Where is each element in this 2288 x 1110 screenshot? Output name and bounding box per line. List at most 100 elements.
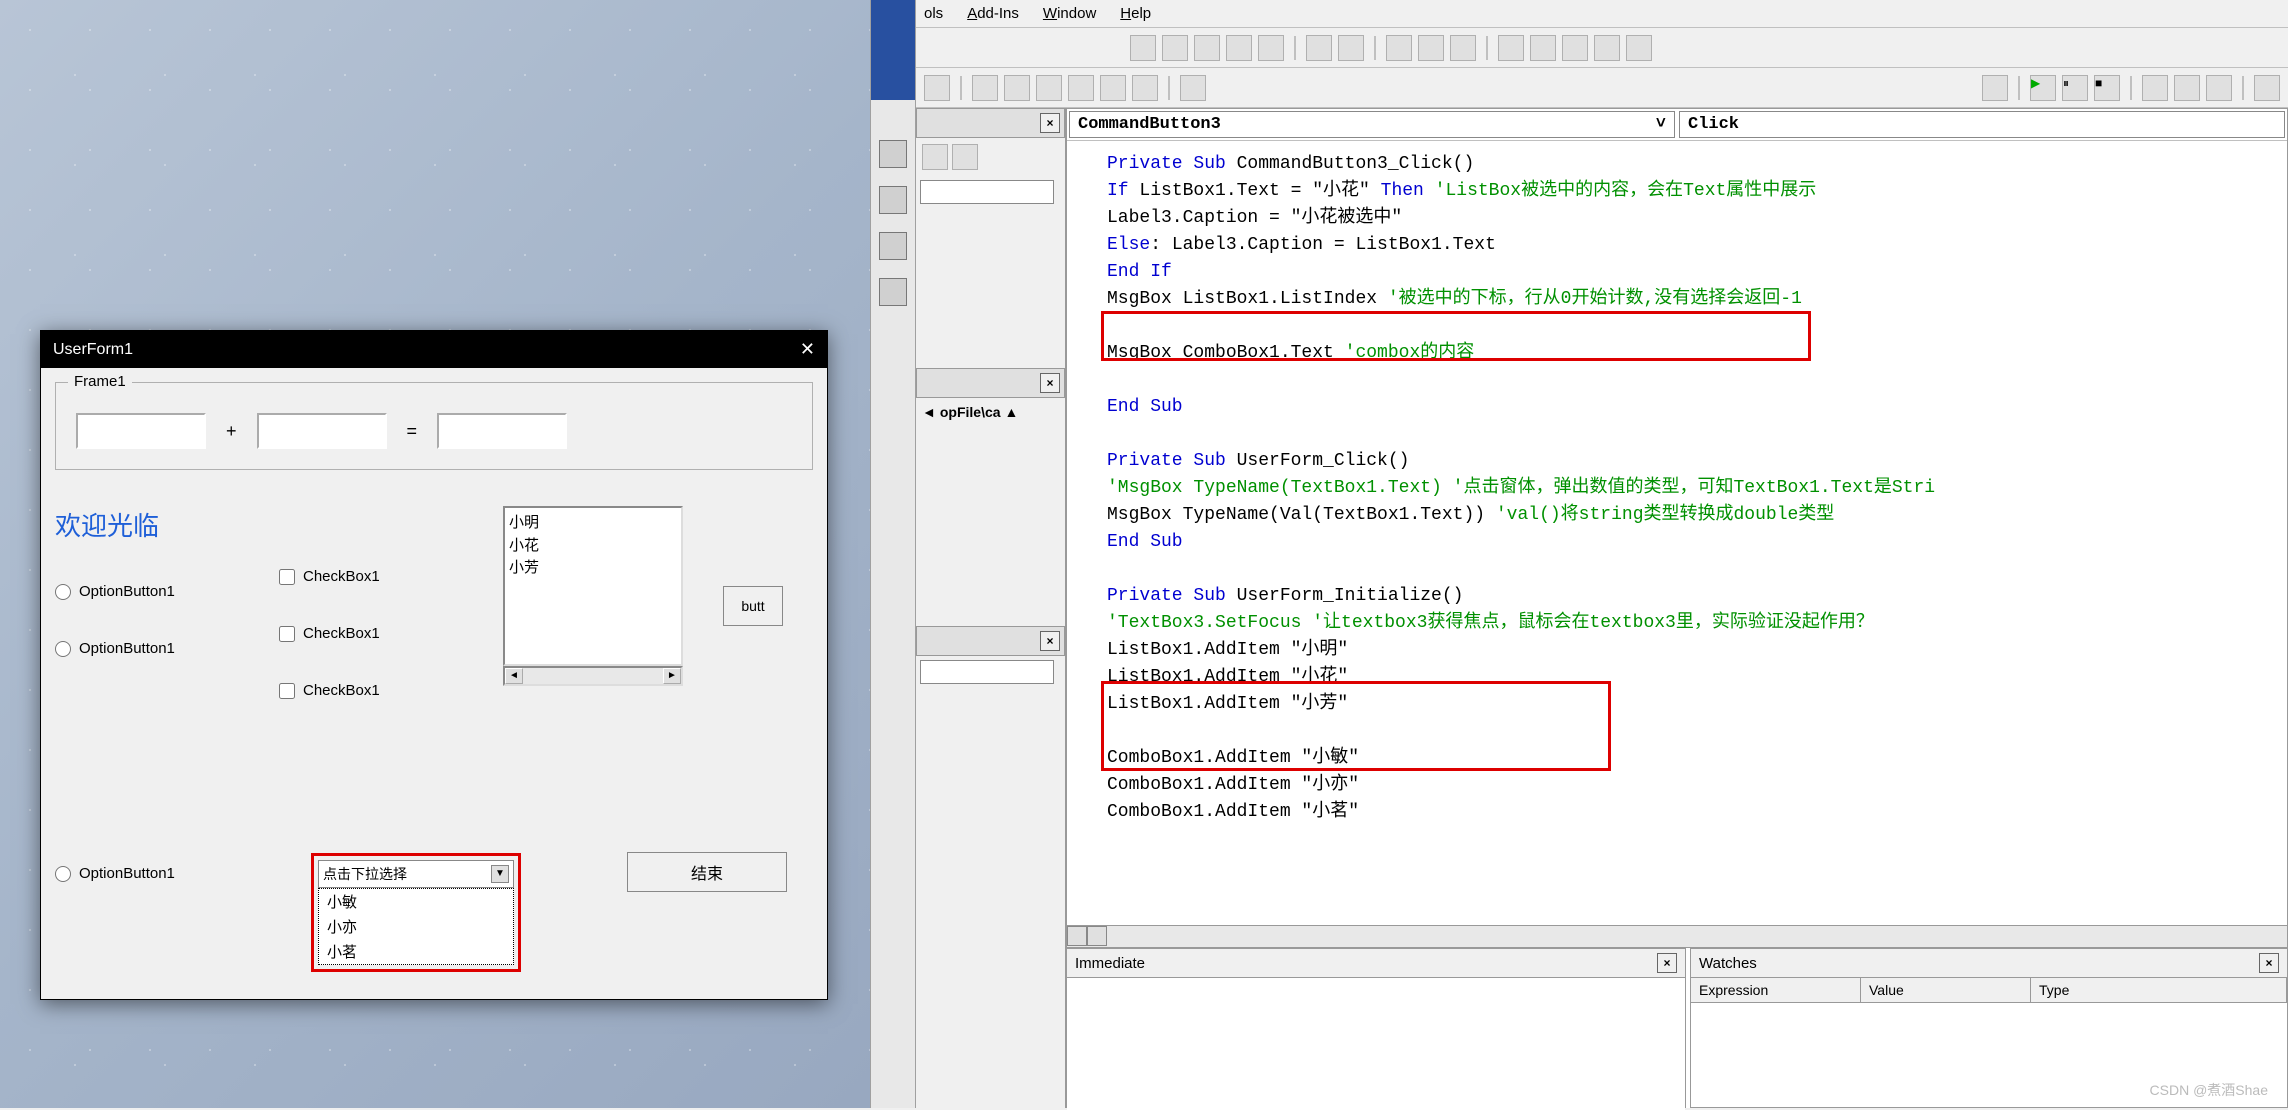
toolbar-icon[interactable] bbox=[924, 75, 950, 101]
toolbar-icon[interactable] bbox=[1036, 75, 1062, 101]
userform-window: UserForm1 ✕ Frame1 + = 欢迎光临 OptionButton… bbox=[40, 330, 828, 1000]
listbox1[interactable]: 小明 小花 小芳 bbox=[503, 506, 683, 666]
close-icon[interactable]: ✕ bbox=[800, 339, 815, 360]
toolbar-icon[interactable] bbox=[2254, 75, 2280, 101]
immediate-body[interactable] bbox=[1067, 978, 1685, 1110]
toolbar-icon[interactable] bbox=[1982, 75, 2008, 101]
step-out-icon[interactable] bbox=[2206, 75, 2232, 101]
toolbar-icon[interactable] bbox=[1418, 35, 1444, 61]
textbox1[interactable] bbox=[76, 413, 206, 449]
menu-help[interactable]: Help bbox=[1120, 5, 1151, 22]
frame1: Frame1 + = bbox=[55, 382, 813, 470]
menu-tools[interactable]: ols bbox=[924, 5, 943, 22]
butt-button[interactable]: butt bbox=[723, 586, 783, 626]
tool-icon[interactable] bbox=[879, 232, 907, 260]
view-full-icon[interactable] bbox=[1067, 926, 1087, 946]
immediate-window: Immediate × bbox=[1066, 948, 1686, 1108]
optionbutton1-a[interactable] bbox=[55, 584, 71, 600]
outdent-icon[interactable] bbox=[1338, 35, 1364, 61]
toolbar-icon[interactable] bbox=[1562, 35, 1588, 61]
view-proc-icon[interactable] bbox=[1087, 926, 1107, 946]
scroll-left-icon[interactable]: ◄ bbox=[505, 668, 523, 684]
toolbar-icon[interactable] bbox=[1258, 35, 1284, 61]
chevron-down-icon[interactable]: ▼ bbox=[491, 865, 509, 883]
project-explorer: × × ◄opFile\ca▲ × bbox=[916, 108, 1066, 1108]
watermark: CSDN @煮酒Shae bbox=[2150, 1080, 2268, 1100]
close-icon[interactable]: × bbox=[1040, 373, 1060, 393]
chevron-up-icon[interactable]: ▲ bbox=[1005, 404, 1019, 420]
toolbar-icon[interactable] bbox=[1594, 35, 1620, 61]
combobox1[interactable]: 点击下拉选择 ▼ bbox=[318, 860, 514, 888]
checkbox1-a[interactable] bbox=[279, 569, 295, 585]
vb-toolbar-2: ▶ ⏸ ■ bbox=[916, 68, 2288, 108]
toolbar-icon[interactable] bbox=[922, 144, 948, 170]
close-icon[interactable]: × bbox=[1040, 631, 1060, 651]
object-dropdown[interactable]: CommandButton3˅ bbox=[1069, 111, 1675, 138]
combo-item[interactable]: 小敏 bbox=[319, 889, 513, 914]
menu-window[interactable]: Window bbox=[1043, 5, 1096, 22]
stop-icon[interactable]: ■ bbox=[2094, 75, 2120, 101]
list-item[interactable]: 小花 bbox=[509, 535, 677, 558]
menu-addins[interactable]: Add-Ins bbox=[967, 5, 1019, 22]
step-into-icon[interactable] bbox=[2142, 75, 2168, 101]
tool-icon[interactable] bbox=[879, 278, 907, 306]
tool-icon[interactable] bbox=[879, 186, 907, 214]
step-over-icon[interactable] bbox=[2174, 75, 2200, 101]
textbox2[interactable] bbox=[257, 413, 387, 449]
combo-item[interactable]: 小茗 bbox=[319, 939, 513, 964]
toolbar-icon[interactable] bbox=[1162, 35, 1188, 61]
toolbar-icon[interactable] bbox=[1068, 75, 1094, 101]
help-icon[interactable] bbox=[1180, 75, 1206, 101]
toolbar-icon[interactable] bbox=[1132, 75, 1158, 101]
checkbox1-b[interactable] bbox=[279, 626, 295, 642]
property-input[interactable] bbox=[920, 660, 1054, 684]
toolbar-icon[interactable] bbox=[1498, 35, 1524, 61]
hand-icon[interactable] bbox=[1386, 35, 1412, 61]
toolbar-icon[interactable] bbox=[1100, 75, 1126, 101]
toolbar-icon[interactable] bbox=[972, 75, 998, 101]
indent-icon[interactable] bbox=[1306, 35, 1332, 61]
end-button[interactable]: 结束 bbox=[627, 852, 787, 892]
code-editor[interactable]: Private Sub CommandButton3_Click() If Li… bbox=[1067, 141, 2287, 915]
optionbutton1-c[interactable] bbox=[55, 866, 71, 882]
procedure-dropdown[interactable]: Click bbox=[1679, 111, 2285, 138]
option-label: OptionButton1 bbox=[79, 640, 175, 657]
toolbar-icon[interactable] bbox=[1130, 35, 1156, 61]
watch-col-value[interactable]: Value bbox=[1861, 978, 2031, 1002]
highlight-box-1 bbox=[1101, 311, 1811, 361]
list-item[interactable]: 小明 bbox=[509, 512, 677, 535]
close-icon[interactable]: × bbox=[1040, 113, 1060, 133]
search-input[interactable] bbox=[920, 180, 1054, 204]
close-icon[interactable]: × bbox=[1657, 953, 1677, 973]
checkbox1-c[interactable] bbox=[279, 683, 295, 699]
toolbar-icon[interactable] bbox=[1194, 35, 1220, 61]
chevron-left-icon[interactable]: ◄ bbox=[922, 404, 936, 420]
option-label: OptionButton1 bbox=[79, 865, 175, 882]
listbox-hscroll[interactable]: ◄ ► bbox=[503, 666, 683, 686]
pause-icon[interactable]: ⏸ bbox=[2062, 75, 2088, 101]
code-hscroll[interactable] bbox=[1067, 925, 2287, 947]
textbox3[interactable] bbox=[437, 413, 567, 449]
chevron-down-icon[interactable]: ˅ bbox=[1656, 115, 1666, 134]
toolbar-icon[interactable] bbox=[1004, 75, 1030, 101]
combo-item[interactable]: 小亦 bbox=[319, 914, 513, 939]
userform-titlebar[interactable]: UserForm1 ✕ bbox=[41, 331, 827, 368]
immediate-title: Immediate bbox=[1075, 955, 1145, 972]
watch-col-type[interactable]: Type bbox=[2031, 978, 2287, 1002]
toolbar-icon[interactable] bbox=[1450, 35, 1476, 61]
toolbar-icon[interactable] bbox=[1530, 35, 1556, 61]
tool-icon[interactable] bbox=[879, 140, 907, 168]
toolbar-icon[interactable] bbox=[1626, 35, 1652, 61]
run-icon[interactable]: ▶ bbox=[2030, 75, 2056, 101]
list-item[interactable]: 小芳 bbox=[509, 557, 677, 580]
combobox-dropdown: 小敏 小亦 小茗 bbox=[318, 888, 514, 965]
close-icon[interactable]: × bbox=[2259, 953, 2279, 973]
watch-col-expression[interactable]: Expression bbox=[1691, 978, 1861, 1002]
scroll-right-icon[interactable]: ► bbox=[663, 668, 681, 684]
userform-title: UserForm1 bbox=[53, 341, 133, 359]
plus-label: + bbox=[226, 421, 237, 442]
watches-title: Watches bbox=[1699, 955, 1757, 972]
toolbar-icon[interactable] bbox=[952, 144, 978, 170]
optionbutton1-b[interactable] bbox=[55, 641, 71, 657]
toolbar-icon[interactable] bbox=[1226, 35, 1252, 61]
